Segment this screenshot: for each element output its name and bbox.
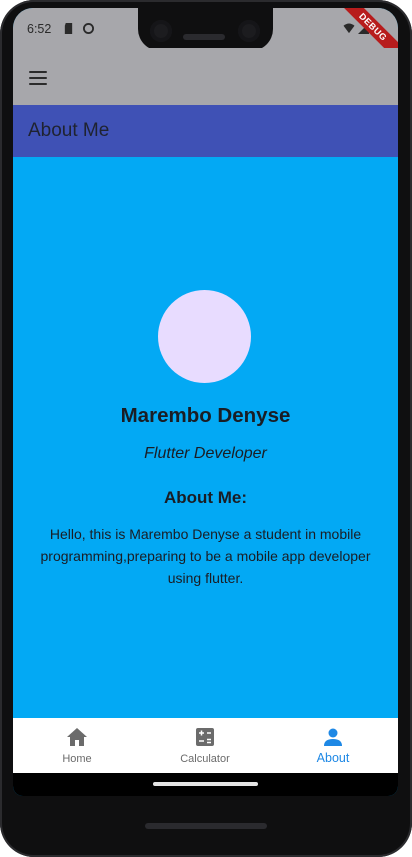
bottom-navigation: Home Calculator About — [13, 718, 398, 773]
sync-icon — [83, 23, 94, 34]
nav-label-calculator: Calculator — [180, 753, 230, 765]
page-title: About Me — [28, 120, 110, 141]
about-heading: About Me: — [163, 488, 248, 507]
avatar — [158, 290, 251, 383]
phone-frame: 6:52 DEBUG About Me Marembo Denyse Flutt… — [0, 0, 412, 857]
calculator-icon — [196, 728, 214, 746]
system-nav-bar — [13, 773, 398, 796]
app-bar — [13, 48, 398, 105]
app-screen: 6:52 DEBUG About Me Marembo Denyse Flutt… — [13, 8, 398, 796]
nav-item-home[interactable]: Home — [13, 718, 141, 773]
bottom-speaker — [145, 823, 267, 829]
camera-notch — [138, 8, 273, 51]
nav-label-home: Home — [62, 753, 92, 765]
front-camera — [150, 20, 172, 42]
sd-card-icon — [64, 23, 73, 34]
home-icon — [67, 728, 87, 746]
home-indicator[interactable] — [153, 782, 258, 786]
profile-name: Marembo Denyse — [120, 404, 291, 427]
status-time: 6:52 — [27, 22, 52, 36]
bio-text: Hello, this is Marembo Denyse a student … — [40, 526, 371, 586]
menu-icon[interactable] — [29, 71, 47, 85]
wifi-icon — [343, 23, 355, 34]
title-bar: About Me — [13, 105, 398, 157]
earpiece-speaker — [183, 34, 225, 40]
nav-item-calculator[interactable]: Calculator — [141, 718, 269, 773]
profile-role: Flutter Developer — [144, 445, 267, 462]
nav-item-about[interactable]: About — [269, 718, 397, 773]
person-icon — [324, 728, 342, 746]
nav-label-about: About — [316, 751, 350, 765]
front-camera-2 — [238, 20, 260, 42]
